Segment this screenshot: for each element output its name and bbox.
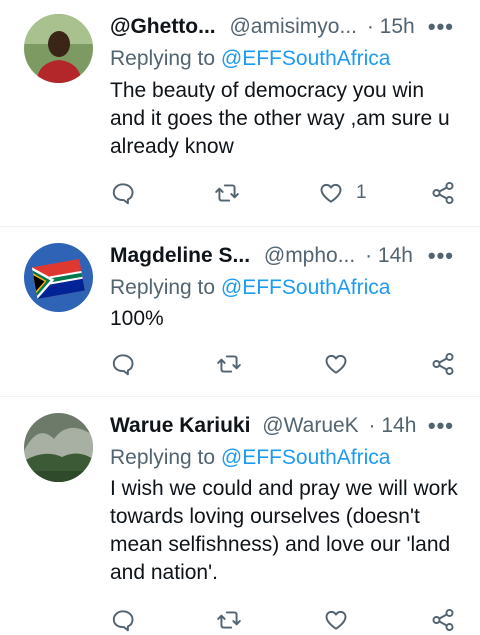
- more-dots-icon[interactable]: •••: [428, 243, 454, 269]
- avatar[interactable]: [24, 413, 93, 482]
- separator: ·: [365, 244, 373, 267]
- replying-to: Replying to @EFFSouthAfrica: [110, 275, 390, 301]
- action-bar: 1: [110, 178, 460, 208]
- timestamp[interactable]: 14h: [378, 244, 413, 267]
- more-dots-icon[interactable]: •••: [428, 14, 454, 40]
- reply-button[interactable]: [110, 605, 136, 635]
- like-icon: [325, 354, 347, 374]
- share-button[interactable]: [430, 349, 456, 379]
- retweet-icon: [215, 184, 239, 202]
- timestamp[interactable]: 15h: [380, 15, 415, 38]
- replying-handle-link[interactable]: @EFFSouthAfrica: [221, 47, 391, 70]
- replying-prefix: Replying to: [110, 47, 216, 70]
- tweet-header: Warue Kariuki @WarueK · 14h: [110, 413, 460, 439]
- tweet-text: 100%: [110, 307, 164, 330]
- action-bar: [110, 349, 460, 379]
- share-icon: [432, 608, 454, 632]
- retweet-button[interactable]: [216, 349, 242, 379]
- like-button[interactable]: 1: [318, 178, 367, 208]
- share-icon: [432, 181, 454, 205]
- reply-button[interactable]: [110, 178, 136, 208]
- retweet-button[interactable]: [214, 178, 240, 208]
- tweet-3[interactable]: Warue Kariuki @WarueK · 14h ••• Replying…: [0, 397, 480, 632]
- like-count: 1: [356, 182, 367, 203]
- retweet-icon: [217, 611, 241, 629]
- reply-icon: [112, 610, 134, 632]
- timestamp[interactable]: 14h: [381, 414, 416, 437]
- like-button[interactable]: [323, 605, 349, 635]
- avatar[interactable]: [24, 243, 93, 312]
- avatar[interactable]: [24, 14, 93, 83]
- share-button[interactable]: [430, 605, 456, 635]
- reply-button[interactable]: [110, 349, 136, 379]
- retweet-icon: [217, 355, 241, 373]
- separator: ·: [366, 15, 374, 38]
- tweet-text: I wish we could and pray we will work to…: [110, 477, 458, 584]
- tweet-header: @Ghetto... @amisimyo... · 15h: [110, 14, 460, 40]
- tweet-2[interactable]: Magdeline S... @mpho... · 14h ••• Replyi…: [0, 227, 480, 396]
- user-handle[interactable]: @mpho...: [264, 244, 355, 267]
- display-name[interactable]: Warue Kariuki: [110, 414, 250, 437]
- replying-to: Replying to @EFFSouthAfrica: [110, 445, 390, 471]
- user-handle[interactable]: @amisimyo...: [229, 15, 357, 38]
- user-handle[interactable]: @WarueK: [262, 414, 358, 437]
- display-name[interactable]: @Ghetto...: [110, 15, 216, 38]
- tweet-header: Magdeline S... @mpho... · 14h: [110, 243, 460, 269]
- separator: ·: [368, 414, 376, 437]
- more-dots-icon[interactable]: •••: [428, 413, 454, 439]
- like-icon: [325, 610, 347, 630]
- replying-handle-link[interactable]: @EFFSouthAfrica: [221, 446, 391, 469]
- retweet-button[interactable]: [216, 605, 242, 635]
- replying-to: Replying to @EFFSouthAfrica: [110, 46, 390, 72]
- share-icon: [432, 352, 454, 376]
- reply-icon: [112, 183, 134, 205]
- replying-handle-link[interactable]: @EFFSouthAfrica: [221, 276, 391, 299]
- like-button[interactable]: [323, 349, 349, 379]
- reply-icon: [112, 354, 134, 376]
- share-button[interactable]: [430, 178, 456, 208]
- action-bar: [110, 605, 460, 635]
- replying-prefix: Replying to: [110, 276, 216, 299]
- replying-prefix: Replying to: [110, 446, 216, 469]
- tweet-1[interactable]: @Ghetto... @amisimyo... · 15h ••• Replyi…: [0, 0, 480, 226]
- like-icon: [320, 183, 342, 203]
- tweet-text: The beauty of democracy you win and it g…: [110, 79, 450, 158]
- display-name[interactable]: Magdeline S...: [110, 244, 250, 267]
